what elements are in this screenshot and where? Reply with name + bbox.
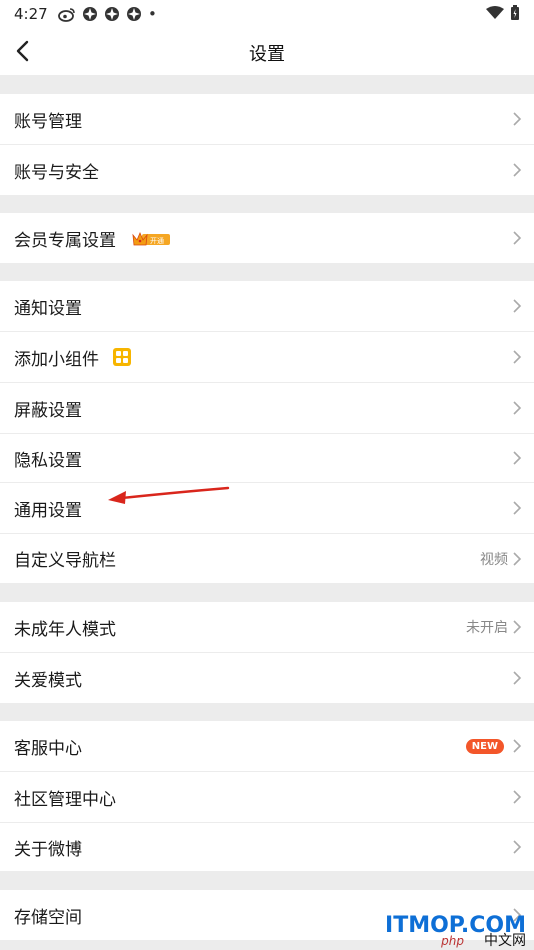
- settings-row-account-management[interactable]: 账号管理: [0, 94, 534, 144]
- app-notification-icon: [105, 7, 119, 21]
- row-label: 关爱模式: [14, 670, 82, 691]
- weibo-icon: [58, 7, 75, 22]
- settings-row-notifications[interactable]: 通知设置: [0, 281, 534, 331]
- chevron-right-icon: [513, 790, 522, 804]
- chevron-right-icon: [513, 231, 522, 245]
- settings-row-care-mode[interactable]: 关爱模式: [0, 653, 534, 703]
- battery-icon: [511, 5, 519, 20]
- settings-row-community-management[interactable]: 社区管理中心: [0, 772, 534, 822]
- vip-badge-text: 开通: [150, 236, 164, 245]
- vip-crown-badge: 开通: [132, 231, 170, 246]
- chevron-right-icon: [513, 163, 522, 177]
- status-time: 4:27: [14, 5, 48, 23]
- row-label: 通知设置: [14, 298, 82, 319]
- row-value: 未开启: [466, 620, 508, 636]
- settings-row-add-widget[interactable]: 添加小组件: [0, 332, 534, 382]
- row-label: 客服中心: [14, 738, 82, 759]
- chevron-right-icon: [513, 739, 522, 753]
- row-label: 未成年人模式: [14, 619, 116, 640]
- settings-row-vip-settings[interactable]: 会员专属设置 开通: [0, 213, 534, 263]
- row-value: 视频: [480, 551, 508, 568]
- row-label: 存储空间: [14, 907, 82, 928]
- settings-row-general[interactable]: 通用设置: [0, 483, 534, 533]
- row-label: 账号管理: [14, 111, 82, 132]
- chevron-right-icon: [513, 299, 522, 313]
- cn-watermark: 中文网: [484, 933, 526, 949]
- page-title: 设置: [249, 44, 285, 65]
- chevron-right-icon: [513, 350, 522, 364]
- new-badge: NEW: [465, 738, 504, 754]
- app-notification-icon: [127, 7, 141, 21]
- row-label: 会员专属设置: [14, 230, 116, 251]
- chevron-right-icon: [513, 840, 522, 854]
- chevron-right-icon: [513, 671, 522, 685]
- settings-row-about-weibo[interactable]: 关于微博: [0, 823, 534, 871]
- wifi-icon: [486, 6, 504, 19]
- settings-row-teen-mode[interactable]: 未成年人模式 未开启: [0, 602, 534, 652]
- app-header: 设置: [0, 28, 534, 75]
- row-label: 关于微博: [14, 839, 82, 860]
- chevron-right-icon: [513, 620, 522, 634]
- row-label: 社区管理中心: [14, 789, 116, 810]
- chevron-right-icon: [513, 501, 522, 515]
- status-system-icons: [486, 5, 520, 21]
- row-label: 通用设置: [14, 500, 82, 521]
- chevron-right-icon: [513, 551, 522, 566]
- widget-grid-icon: [113, 348, 131, 366]
- chevron-right-icon: [513, 451, 522, 465]
- row-label: 账号与安全: [14, 162, 99, 183]
- more-notifications-dot: •: [148, 5, 157, 23]
- settings-row-custom-nav[interactable]: 自定义导航栏 视频: [0, 534, 534, 583]
- chevron-right-icon: [513, 401, 522, 415]
- settings-row-customer-service[interactable]: 客服中心 NEW: [0, 721, 534, 771]
- php-watermark: php: [441, 934, 464, 948]
- status-bar: 4:27 •: [0, 0, 534, 28]
- chevron-right-icon: [513, 112, 522, 126]
- status-notification-icons: •: [58, 5, 157, 23]
- settings-row-privacy[interactable]: 隐私设置: [0, 434, 534, 482]
- row-label: 添加小组件: [14, 349, 99, 370]
- app-notification-icon: [83, 7, 97, 21]
- row-label: 屏蔽设置: [14, 400, 82, 421]
- row-label: 隐私设置: [14, 450, 82, 471]
- row-label: 自定义导航栏: [14, 551, 116, 571]
- annotation-arrow-icon: [108, 486, 230, 504]
- settings-row-block-settings[interactable]: 屏蔽设置: [0, 383, 534, 433]
- settings-row-account-security[interactable]: 账号与安全: [0, 145, 534, 195]
